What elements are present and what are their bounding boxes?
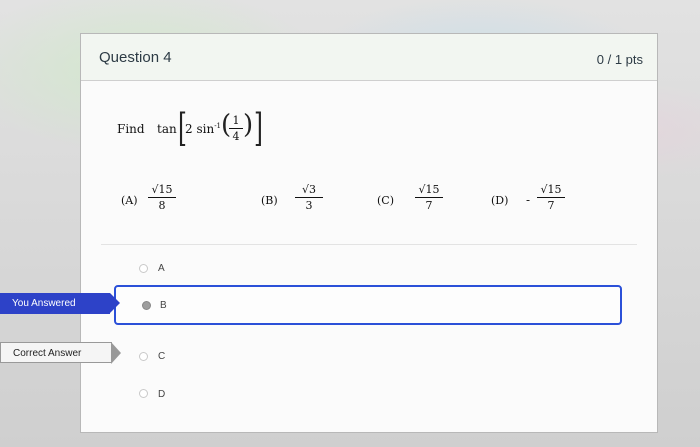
stem-fraction: 1 4	[229, 114, 243, 143]
answer-a-label: A	[158, 263, 165, 274]
stem-tan-text: tan	[157, 122, 177, 136]
you-answered-flag: You Answered	[0, 293, 120, 314]
option-b-fraction: √3 3	[295, 183, 323, 212]
stem-sin-text: 2 sin-1	[185, 122, 222, 136]
answer-b-label: B	[160, 300, 167, 311]
answer-c-radio[interactable]	[139, 352, 148, 361]
option-d-label: (D)	[491, 194, 509, 207]
right-bracket: ]	[253, 106, 263, 150]
option-c-label: (C)	[377, 194, 394, 207]
stem-denominator: 4	[232, 130, 240, 143]
stem-superscript: -1	[214, 122, 222, 130]
option-c-fraction: √15 7	[415, 183, 443, 212]
question-card: Question 4 0 / 1 pts Find tan [ 2 sin-1 …	[80, 33, 658, 433]
answer-d-radio[interactable]	[139, 389, 148, 398]
right-paren: )	[243, 110, 254, 140]
answer-d-label: D	[158, 389, 166, 400]
question-header: Question 4 0 / 1 pts	[81, 34, 657, 81]
correct-answer-flag: Correct Answer	[0, 342, 121, 364]
stem-find-text: Find	[117, 122, 145, 136]
answer-b-radio[interactable]	[142, 301, 151, 310]
option-d-fraction: √15 7	[537, 183, 565, 212]
question-points: 0 / 1 pts	[596, 52, 643, 67]
option-d-sign: -	[526, 193, 531, 207]
stem-numerator: 1	[232, 114, 240, 127]
option-b-label: (B)	[261, 194, 278, 207]
divider	[101, 244, 637, 245]
option-a-fraction: √15 8	[148, 183, 176, 212]
answer-c-label: C	[158, 351, 166, 362]
selected-answer-box[interactable]: B	[114, 285, 622, 325]
option-a-label: (A)	[121, 194, 138, 207]
answer-a-radio[interactable]	[139, 264, 148, 273]
question-title: Question 4	[99, 49, 172, 66]
